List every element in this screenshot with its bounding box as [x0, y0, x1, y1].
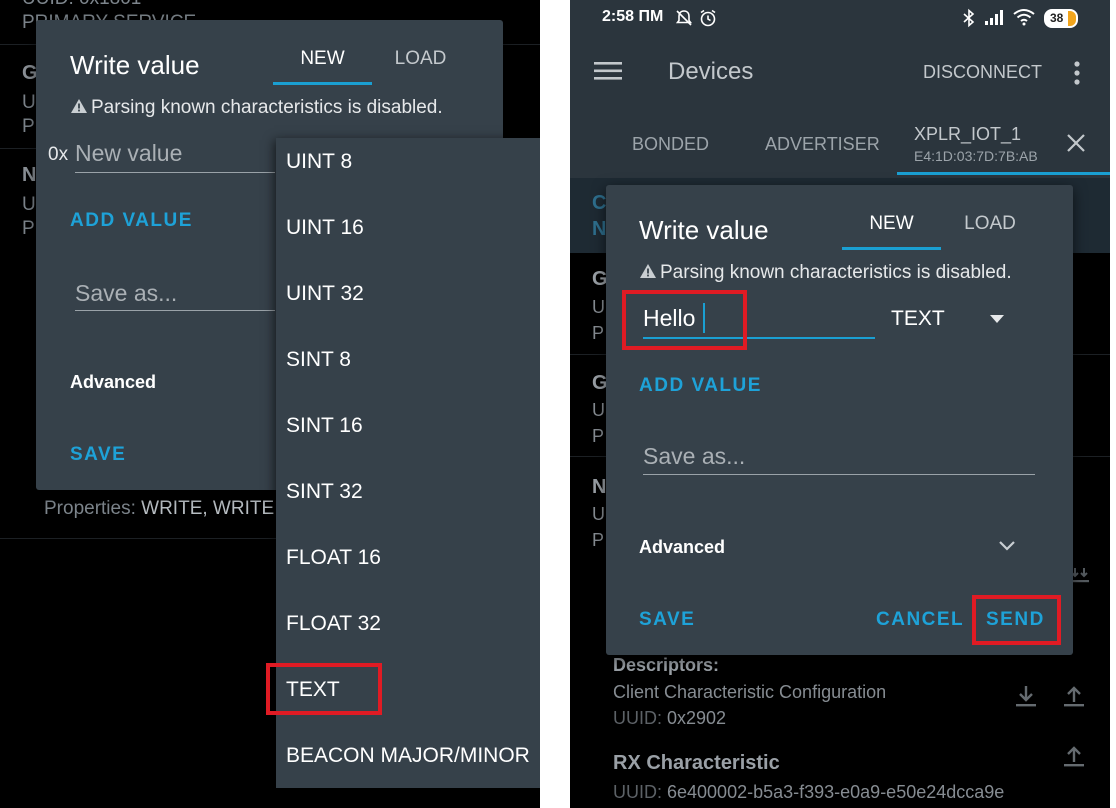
active-tab-indicator	[897, 172, 1110, 175]
tab-load[interactable]: LOAD	[372, 48, 469, 70]
bluetooth-icon	[963, 8, 975, 28]
status-time: 2:58 ПМ	[602, 8, 664, 25]
menu-item-float32[interactable]: FLOAT 32	[286, 612, 381, 636]
warning-icon	[640, 264, 656, 278]
bg-letter: N	[592, 218, 607, 240]
bg-letter: N	[592, 476, 607, 498]
value-highlight-box	[622, 290, 747, 350]
read-download-icon[interactable]	[1013, 684, 1039, 710]
bg-uuid-text: UUID: 0x1801	[22, 0, 141, 10]
menu-item-beacon[interactable]: BEACON MAJOR/MINOR	[286, 744, 530, 768]
write-upload-icon[interactable]	[1061, 684, 1087, 710]
close-tab-icon[interactable]	[1066, 133, 1086, 153]
parsing-disabled-warning: Parsing known characteristics is disable…	[91, 97, 443, 118]
bg-letter: P	[592, 530, 605, 550]
descriptor-uuid-value: 0x2902	[667, 708, 727, 728]
send-highlight-box	[972, 595, 1061, 645]
advanced-toggle[interactable]: Advanced	[639, 537, 725, 558]
rx-characteristic-name: RX Characteristic	[613, 752, 780, 774]
text-highlight-box	[266, 663, 382, 715]
menu-item-float16[interactable]: FLOAT 16	[286, 546, 381, 570]
advanced-toggle[interactable]: Advanced	[70, 372, 156, 393]
descriptor-uuid-label: UUID:	[613, 708, 667, 728]
bg-uuid-initial: U	[22, 194, 36, 215]
bell-off-icon	[675, 10, 693, 26]
descriptor-name: Client Characteristic Configuration	[613, 682, 887, 702]
parsing-disabled-warning: Parsing known characteristics is disable…	[660, 262, 1012, 283]
bg-properties-label: Properties:	[44, 498, 142, 519]
bg-properties-value: WRITE, WRITE N	[141, 498, 294, 519]
add-value-button[interactable]: ADD VALUE	[639, 375, 762, 397]
save-as-underline	[75, 310, 275, 311]
add-value-button[interactable]: ADD VALUE	[70, 210, 193, 232]
app-title: Devices	[668, 58, 754, 85]
bg-letter: P	[592, 426, 605, 446]
descriptor-uuid: UUID: 0x2902	[613, 708, 726, 729]
wifi-icon	[1013, 9, 1035, 26]
tab-device-address: E4:1D:03:7D:7B:AB	[914, 148, 1038, 164]
menu-item-sint8[interactable]: SINT 8	[286, 348, 351, 372]
bg-letter: P	[592, 323, 605, 343]
left-screenshot-panel: UUID: 0x1801 PRIMARY SERVICE G U P N U P…	[0, 0, 540, 808]
warning-icon	[71, 99, 87, 113]
more-options-icon[interactable]	[1072, 60, 1082, 86]
save-as-input[interactable]: Save as...	[75, 280, 177, 307]
menu-icon[interactable]	[594, 60, 622, 82]
battery-icon: 38	[1044, 9, 1078, 28]
download-multiple-icon[interactable]	[1070, 566, 1092, 588]
descriptors-label: Descriptors:	[613, 655, 720, 675]
alarm-icon	[700, 9, 716, 27]
chevron-down-icon[interactable]	[998, 540, 1016, 552]
menu-item-sint32[interactable]: SINT 32	[286, 480, 363, 504]
dialog-title: Write value	[639, 215, 769, 245]
tab-new-indicator	[273, 82, 372, 85]
write-upload-icon[interactable]	[1061, 744, 1087, 770]
tab-new[interactable]: NEW	[842, 213, 941, 235]
cancel-button[interactable]: CANCEL	[876, 609, 964, 631]
tab-load[interactable]: LOAD	[941, 213, 1039, 235]
rx-uuid-label: UUID:	[613, 782, 667, 802]
value-input[interactable]: New value	[75, 140, 182, 167]
bg-letter: C	[592, 192, 607, 214]
bg-type-initial: P	[22, 116, 35, 137]
tab-device-name[interactable]: XPLR_IOT_1	[914, 124, 1021, 145]
save-as-input[interactable]: Save as...	[643, 443, 745, 470]
menu-item-uint8[interactable]: UINT 8	[286, 150, 352, 174]
menu-item-sint16[interactable]: SINT 16	[286, 414, 363, 438]
rx-characteristic-uuid: UUID: 6e400002-b5a3-f393-e0a9-e50e24dcca…	[613, 782, 1004, 803]
signal-icon	[985, 10, 1003, 25]
tab-bonded[interactable]: BONDED	[632, 134, 709, 155]
app-bar: 2:58 ПМ 38 Devices DISCONNECT BONDED ADV…	[570, 0, 1110, 178]
bg-properties: Properties: WRITE, WRITE N	[44, 498, 293, 520]
right-screenshot-panel: 2:58 ПМ 38 Devices DISCONNECT BONDED ADV…	[570, 0, 1110, 808]
format-select[interactable]: TEXT	[891, 307, 945, 331]
bg-type-initial: P	[22, 218, 35, 239]
tab-advertiser[interactable]: ADVERTISER	[765, 134, 880, 155]
menu-item-uint32[interactable]: UINT 32	[286, 282, 364, 306]
disconnect-button[interactable]: DISCONNECT	[923, 62, 1042, 83]
rx-uuid-value: 6e400002-b5a3-f393-e0a9-e50e24dcca9e	[667, 782, 1005, 802]
save-button[interactable]: SAVE	[70, 444, 126, 466]
bg-letter: U	[592, 400, 605, 420]
menu-item-uint16[interactable]: UINT 16	[286, 216, 364, 240]
save-as-underline	[643, 474, 1035, 475]
write-value-dialog: Write value NEW LOAD Parsing known chara…	[606, 185, 1073, 655]
value-input-underline	[75, 172, 275, 173]
bg-letter: U	[592, 297, 605, 317]
bg-letter: U	[592, 504, 605, 524]
save-button[interactable]: SAVE	[639, 609, 695, 631]
dropdown-arrow-icon[interactable]	[990, 315, 1004, 323]
dialog-title: Write value	[70, 50, 200, 80]
tab-new-indicator	[842, 247, 941, 250]
bg-uuid-initial: U	[22, 92, 36, 113]
bg-service-initial: N	[22, 164, 37, 186]
tab-new[interactable]: NEW	[273, 48, 372, 70]
battery-level-fill	[1068, 11, 1076, 26]
battery-percent: 38	[1050, 11, 1064, 25]
hex-prefix: 0x	[48, 144, 69, 165]
